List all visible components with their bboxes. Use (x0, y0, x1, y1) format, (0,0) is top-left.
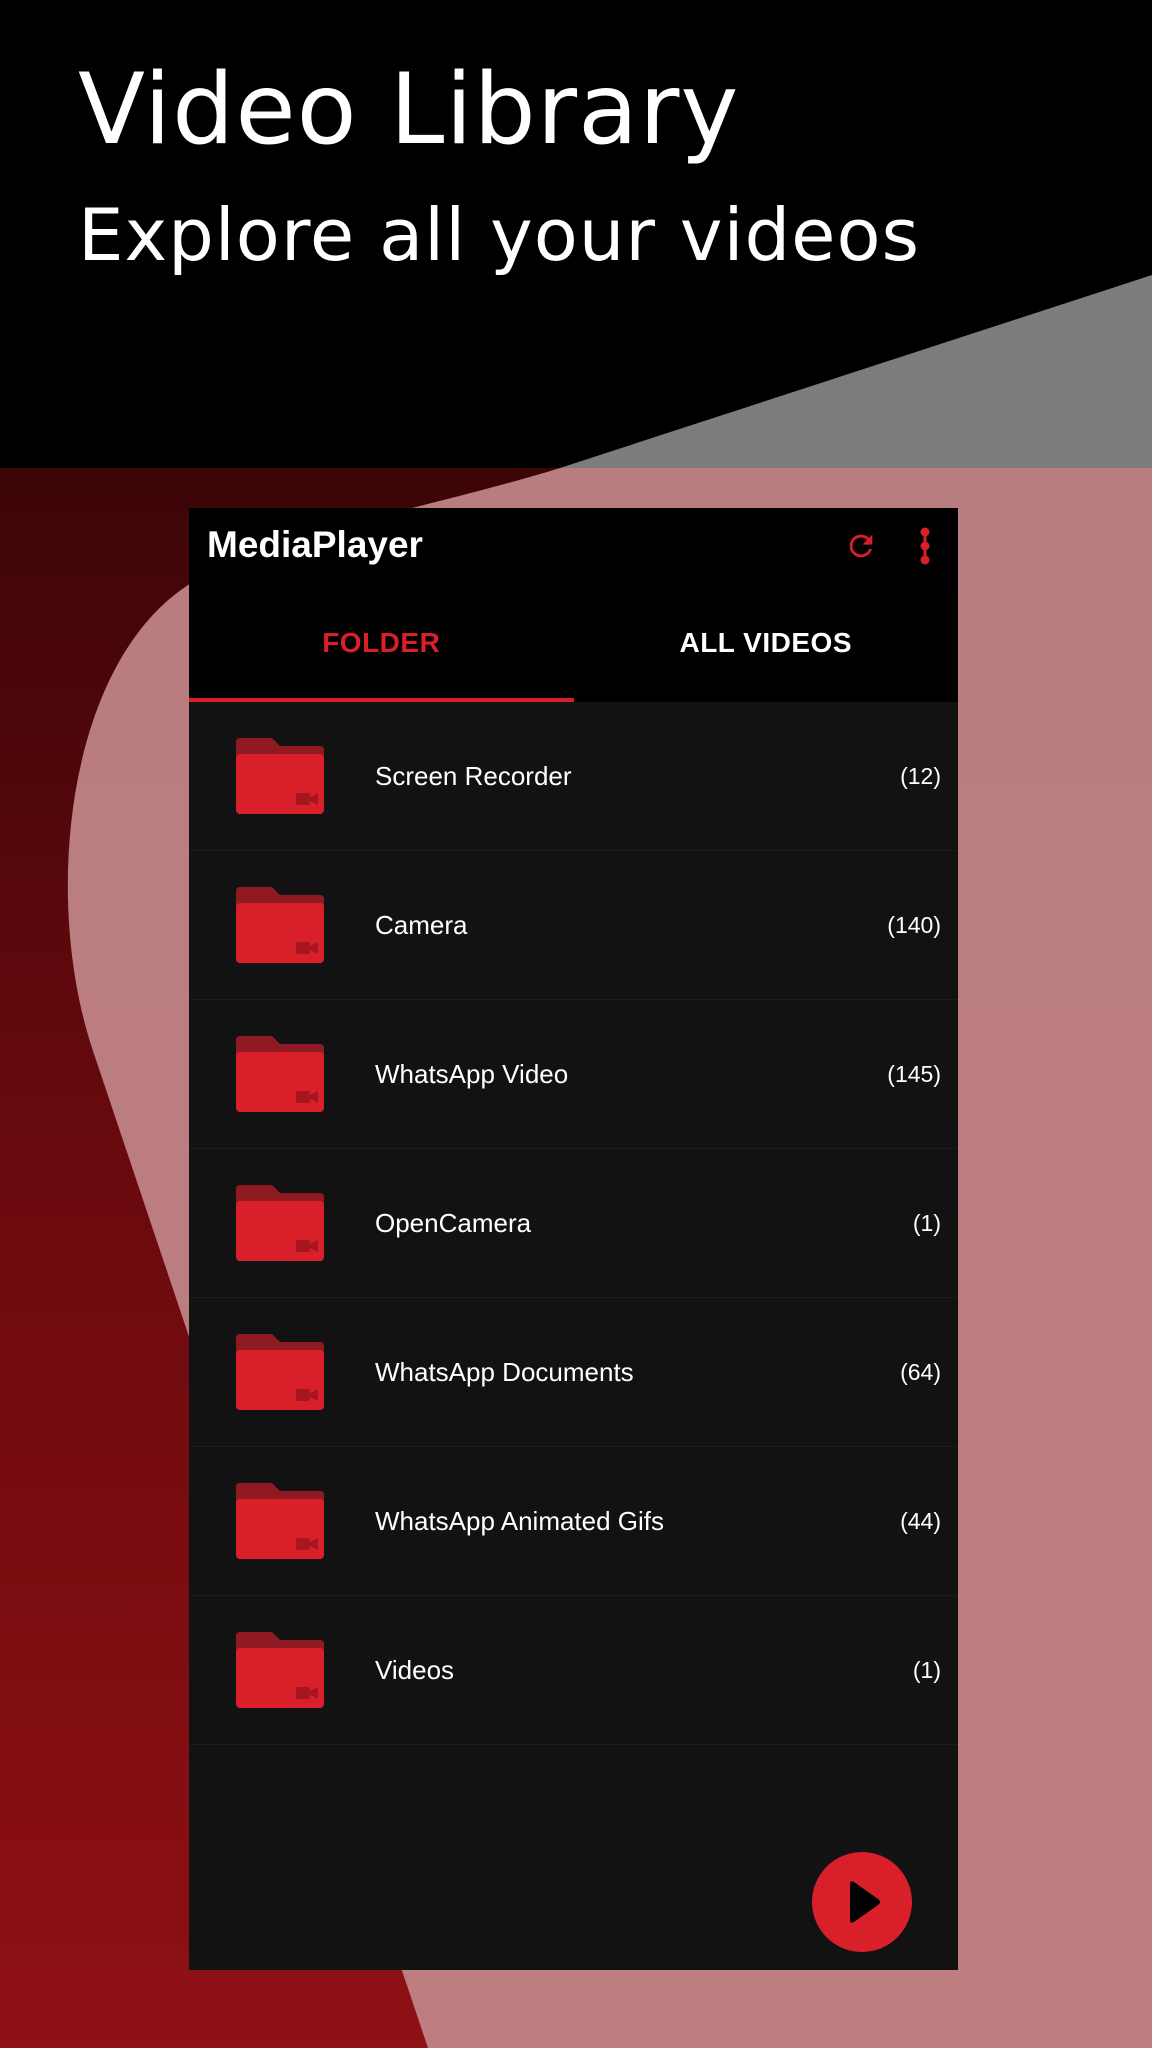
tab-all-videos[interactable]: ALL VIDEOS (574, 584, 959, 702)
folder-video-count: (64) (900, 1358, 941, 1385)
play-fab-button[interactable] (812, 1852, 912, 1952)
promo-title: Video Library (78, 53, 740, 167)
folder-item-whatsapp-video[interactable]: WhatsApp Video (145) (189, 1000, 958, 1149)
folder-video-count: (44) (900, 1507, 941, 1534)
video-folder-icon (236, 1632, 324, 1708)
video-folder-icon (236, 1483, 324, 1559)
tab-all-videos-label: ALL VIDEOS (679, 627, 852, 658)
tab-bar: FOLDER ALL VIDEOS (189, 584, 958, 702)
video-folder-icon (236, 1036, 324, 1112)
folder-name: WhatsApp Documents (375, 1356, 634, 1387)
folder-video-count: (140) (887, 911, 941, 938)
folder-item-whatsapp-documents[interactable]: WhatsApp Documents (64) (189, 1298, 958, 1447)
folder-name: Screen Recorder (375, 760, 572, 791)
folder-name: OpenCamera (375, 1207, 532, 1238)
video-folder-icon (236, 738, 324, 814)
folder-item-camera[interactable]: Camera (140) (189, 851, 958, 1000)
folder-list: Screen Recorder (12) Camera (140) WhatsA… (189, 702, 958, 1745)
more-vert-icon (920, 527, 930, 565)
refresh-button[interactable] (835, 520, 887, 572)
folder-name: WhatsApp Animated Gifs (375, 1505, 665, 1536)
folder-video-count: (1) (912, 1656, 941, 1683)
folder-item-opencamera[interactable]: OpenCamera (1) (189, 1149, 958, 1298)
folder-name: Camera (375, 909, 468, 940)
folder-name: WhatsApp Video (375, 1058, 569, 1089)
app-screen: MediaPlayer FOLDER ALL VIDEOS Screen Rec… (189, 508, 958, 1970)
promo-subtitle: Explore all your videos (78, 193, 921, 277)
folder-video-count: (145) (887, 1060, 941, 1087)
folder-video-count: (1) (912, 1209, 941, 1236)
folder-item-whatsapp-animated-gifs[interactable]: WhatsApp Animated Gifs (44) (189, 1447, 958, 1596)
folder-item-videos[interactable]: Videos (1) (189, 1596, 958, 1745)
folder-item-screen-recorder[interactable]: Screen Recorder (12) (189, 702, 958, 851)
tab-folder-label: FOLDER (322, 627, 441, 658)
play-icon (850, 1881, 880, 1923)
folder-name: Videos (375, 1654, 455, 1685)
app-bar: MediaPlayer (189, 508, 958, 584)
refresh-icon (849, 534, 873, 558)
folder-video-count: (12) (900, 762, 941, 789)
video-folder-icon (236, 887, 324, 963)
app-title: MediaPlayer (207, 524, 423, 565)
tab-folder[interactable]: FOLDER (189, 584, 574, 702)
video-folder-icon (236, 1334, 324, 1410)
video-folder-icon (236, 1185, 324, 1261)
more-options-button[interactable] (899, 520, 951, 572)
